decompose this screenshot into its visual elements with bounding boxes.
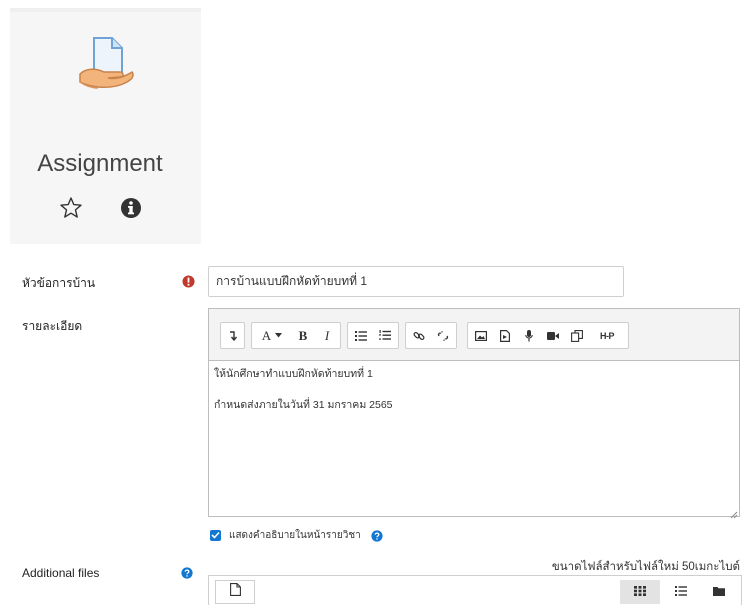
file-media-icon [500,329,510,342]
grid-view-icon [634,583,646,601]
font-style-label: A [261,327,272,343]
description-line-1: ให้นักศึกษาทำแบบฝึกหัดท้ายบทที่ 1 [214,368,373,380]
description-label: รายละเอียด [22,319,83,333]
show-description-row: แสดงคำอธิบายในหน้ารายวิชา [210,528,383,542]
toolbar-group-lists [347,322,399,349]
level-down-icon [228,330,238,342]
show-description-label: แสดงคำอธิบายในหน้ารายวิชา [229,529,361,541]
manage-files-button[interactable] [566,323,588,348]
star-icon[interactable] [58,195,88,225]
record-audio-button[interactable] [518,323,540,348]
insert-image-button[interactable] [470,323,492,348]
view-list-button[interactable] [661,580,701,604]
h5p-button[interactable]: H-P [590,323,624,348]
italic-button[interactable]: I [316,323,338,348]
required-icon [182,275,195,288]
editor-toolbar: A B I H-P [209,309,739,361]
file-icon [229,583,241,601]
toolbar-toggle-button[interactable] [221,323,244,348]
microphone-icon [525,329,533,342]
add-file-button[interactable] [215,580,255,604]
font-style-button[interactable]: A [254,323,290,348]
max-file-size-text: ขนาดไฟล์สำหรับไฟล์ใหม่ 50เมกะไบต์ [551,561,740,573]
list-ol-icon [379,330,391,341]
bold-button[interactable]: B [292,323,314,348]
help-icon[interactable] [181,566,194,579]
unlink-button[interactable] [432,323,454,348]
assignment-name-input[interactable] [208,266,624,297]
description-line-2: กำหนดส่งภายในวันที่ 31 มกราคม 2565 [214,399,393,411]
name-label: หัวข้อการบ้าน [22,276,96,290]
additional-files-label: Additional files [22,566,100,580]
folder-icon [713,583,725,601]
video-camera-icon [547,331,559,340]
view-icons-button[interactable] [620,580,660,604]
ordered-list-button[interactable] [374,323,396,348]
link-button[interactable] [408,323,430,348]
caret-down-icon [275,333,283,338]
unordered-list-button[interactable] [350,323,372,348]
resize-handle-icon[interactable] [729,506,738,519]
copy-files-icon [571,329,583,342]
editor-content-area[interactable]: ให้นักศึกษาทำแบบฝึกหัดท้ายบทที่ 1 กำหนดส… [209,361,739,516]
record-video-button[interactable] [542,323,564,348]
view-tree-button[interactable] [699,580,739,604]
activity-actions [58,195,168,225]
insert-media-button[interactable] [494,323,516,348]
toolbar-group-links [405,322,457,349]
file-picker [208,575,742,605]
info-icon[interactable] [118,195,148,225]
toolbar-group-collapse [220,322,245,349]
toolbar-group-media: H-P [467,322,629,349]
toolbar-group-style: A B I [251,322,341,349]
list-view-icon [675,583,687,601]
activity-card: Assignment [10,8,201,244]
image-icon [475,330,487,341]
link-icon [413,330,425,342]
activity-title: Assignment [37,150,163,177]
help-icon[interactable] [371,529,383,542]
description-editor: A B I H-P ให้นักศึกษาทำแบบฝึกหัดท้ายบทที… [208,308,740,519]
unlink-icon [437,330,449,342]
show-description-checkbox[interactable] [210,529,221,541]
assignment-icon [76,34,136,92]
list-ul-icon [355,330,367,341]
